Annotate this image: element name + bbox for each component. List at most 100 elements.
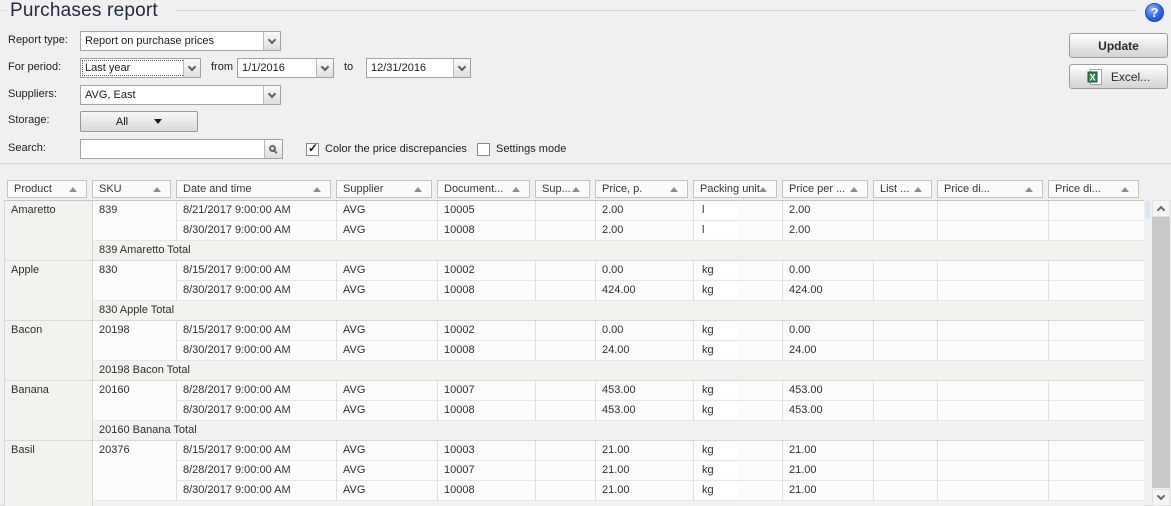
product-cell[interactable]: Apple bbox=[5, 261, 93, 321]
cell-price-di-2[interactable] bbox=[1049, 401, 1144, 421]
cell-sup[interactable] bbox=[536, 401, 596, 421]
cell-price-di-1[interactable] bbox=[938, 281, 1049, 301]
cell-date-and-time[interactable]: 8/15/2017 9:00:00 AM bbox=[177, 321, 337, 341]
excel-button[interactable]: X Excel... bbox=[1069, 64, 1168, 89]
color-discrepancies-checkbox[interactable]: Color the price discrepancies bbox=[306, 139, 467, 159]
column-header-price-per[interactable]: Price per ... bbox=[782, 180, 868, 198]
cell-price[interactable]: 453.00 bbox=[596, 401, 694, 421]
cell-sup[interactable] bbox=[536, 381, 596, 401]
cell-price-di-1[interactable] bbox=[938, 381, 1049, 401]
cell-list[interactable] bbox=[874, 461, 938, 481]
period-combobox[interactable]: Last year bbox=[80, 58, 201, 78]
cell-date-and-time[interactable]: 8/21/2017 9:00:00 AM bbox=[177, 201, 337, 221]
cell-price[interactable]: 424.00 bbox=[596, 281, 694, 301]
period-dropdown-button[interactable] bbox=[183, 59, 200, 77]
sku-cell[interactable]: 839 bbox=[93, 201, 177, 241]
cell-price-per[interactable]: 0.00 bbox=[783, 321, 874, 341]
help-icon[interactable]: ? bbox=[1145, 3, 1164, 22]
cell-price-di-1[interactable] bbox=[938, 261, 1049, 281]
cell-packing-unit[interactable]: kg bbox=[694, 401, 783, 421]
date-from-field[interactable]: 1/1/2016 bbox=[237, 58, 334, 78]
cell-price-di-2[interactable] bbox=[1049, 281, 1144, 301]
product-cell[interactable]: Banana bbox=[5, 381, 93, 441]
cell-price[interactable]: 21.00 bbox=[596, 441, 694, 461]
cell-price-di-1[interactable] bbox=[938, 481, 1049, 501]
cell-document[interactable]: 10002 bbox=[438, 321, 536, 341]
column-header-document[interactable]: Document... bbox=[437, 180, 530, 198]
cell-price-per[interactable]: 21.00 bbox=[783, 461, 874, 481]
date-to-dropdown-button[interactable] bbox=[453, 59, 470, 77]
cell-supplier[interactable]: AVG bbox=[337, 201, 438, 221]
cell-list[interactable] bbox=[874, 201, 938, 221]
cell-supplier[interactable]: AVG bbox=[337, 461, 438, 481]
scroll-up-button[interactable] bbox=[1152, 200, 1170, 217]
cell-price-per[interactable]: 21.00 bbox=[783, 441, 874, 461]
cell-price-di-1[interactable] bbox=[938, 441, 1049, 461]
cell-supplier[interactable]: AVG bbox=[337, 221, 438, 241]
cell-list[interactable] bbox=[874, 481, 938, 501]
sku-cell[interactable]: 830 bbox=[93, 261, 177, 301]
cell-price[interactable]: 453.00 bbox=[596, 381, 694, 401]
cell-price-per[interactable]: 453.00 bbox=[783, 381, 874, 401]
cell-sup[interactable] bbox=[536, 321, 596, 341]
cell-price-per[interactable]: 2.00 bbox=[783, 201, 874, 221]
cell-price-per[interactable]: 2.00 bbox=[783, 221, 874, 241]
cell-supplier[interactable]: AVG bbox=[337, 481, 438, 501]
column-header-sku[interactable]: SKU bbox=[92, 180, 171, 198]
cell-supplier[interactable]: AVG bbox=[337, 281, 438, 301]
cell-sup[interactable] bbox=[536, 441, 596, 461]
vertical-scrollbar[interactable] bbox=[1152, 200, 1170, 506]
cell-price-per[interactable]: 424.00 bbox=[783, 281, 874, 301]
cell-sup[interactable] bbox=[536, 201, 596, 221]
column-header-supplier[interactable]: Supplier bbox=[336, 180, 432, 198]
suppliers-dropdown-button[interactable] bbox=[263, 86, 280, 104]
cell-price[interactable]: 0.00 bbox=[596, 261, 694, 281]
checkbox-box[interactable] bbox=[477, 143, 490, 156]
cell-price-di-1[interactable] bbox=[938, 461, 1049, 481]
date-to-field[interactable]: 12/31/2016 bbox=[366, 58, 471, 78]
cell-price-di-2[interactable] bbox=[1049, 461, 1144, 481]
cell-date-and-time[interactable]: 8/30/2017 9:00:00 AM bbox=[177, 281, 337, 301]
cell-packing-unit[interactable]: kg bbox=[694, 261, 783, 281]
cell-price-di-2[interactable] bbox=[1049, 441, 1144, 461]
cell-price-di-2[interactable] bbox=[1049, 381, 1144, 401]
product-cell[interactable]: Bacon bbox=[5, 321, 93, 381]
cell-list[interactable] bbox=[874, 401, 938, 421]
cell-price-di-2[interactable] bbox=[1049, 201, 1144, 221]
cell-price-per[interactable]: 453.00 bbox=[783, 401, 874, 421]
storage-dropdown-button[interactable]: All bbox=[80, 111, 198, 132]
cell-price-di-1[interactable] bbox=[938, 341, 1049, 361]
date-from-dropdown-button[interactable] bbox=[316, 59, 333, 77]
search-input[interactable] bbox=[81, 140, 264, 158]
cell-list[interactable] bbox=[874, 341, 938, 361]
cell-list[interactable] bbox=[874, 441, 938, 461]
cell-price[interactable]: 21.00 bbox=[596, 461, 694, 481]
cell-supplier[interactable]: AVG bbox=[337, 341, 438, 361]
cell-document[interactable]: 10008 bbox=[438, 401, 536, 421]
cell-document[interactable]: 10008 bbox=[438, 481, 536, 501]
group-total-cell[interactable]: 839 Amaretto Total bbox=[93, 241, 1144, 261]
cell-list[interactable] bbox=[874, 321, 938, 341]
column-header-price-p[interactable]: Price, p. bbox=[595, 180, 688, 198]
cell-date-and-time[interactable]: 8/15/2017 9:00:00 AM bbox=[177, 441, 337, 461]
cell-price[interactable]: 24.00 bbox=[596, 341, 694, 361]
cell-document[interactable]: 10005 bbox=[438, 201, 536, 221]
cell-price-per[interactable]: 21.00 bbox=[783, 481, 874, 501]
cell-document[interactable]: 10002 bbox=[438, 261, 536, 281]
cell-price-di-2[interactable] bbox=[1049, 481, 1144, 501]
cell-packing-unit[interactable]: kg bbox=[694, 461, 783, 481]
cell-packing-unit[interactable]: kg bbox=[694, 441, 783, 461]
cell-price-di-2[interactable] bbox=[1049, 261, 1144, 281]
cell-list[interactable] bbox=[874, 381, 938, 401]
column-header-price-di[interactable]: Price di... bbox=[937, 180, 1043, 198]
cell-document[interactable]: 10008 bbox=[438, 281, 536, 301]
suppliers-combobox[interactable]: AVG, East bbox=[80, 85, 281, 105]
cell-packing-unit[interactable]: kg bbox=[694, 341, 783, 361]
cell-date-and-time[interactable]: 8/28/2017 9:00:00 AM bbox=[177, 381, 337, 401]
cell-sup[interactable] bbox=[536, 481, 596, 501]
cell-price[interactable]: 2.00 bbox=[596, 201, 694, 221]
cell-sup[interactable] bbox=[536, 281, 596, 301]
column-header-sup[interactable]: Sup... bbox=[535, 180, 590, 198]
cell-price-di-1[interactable] bbox=[938, 201, 1049, 221]
cell-document[interactable]: 10008 bbox=[438, 341, 536, 361]
